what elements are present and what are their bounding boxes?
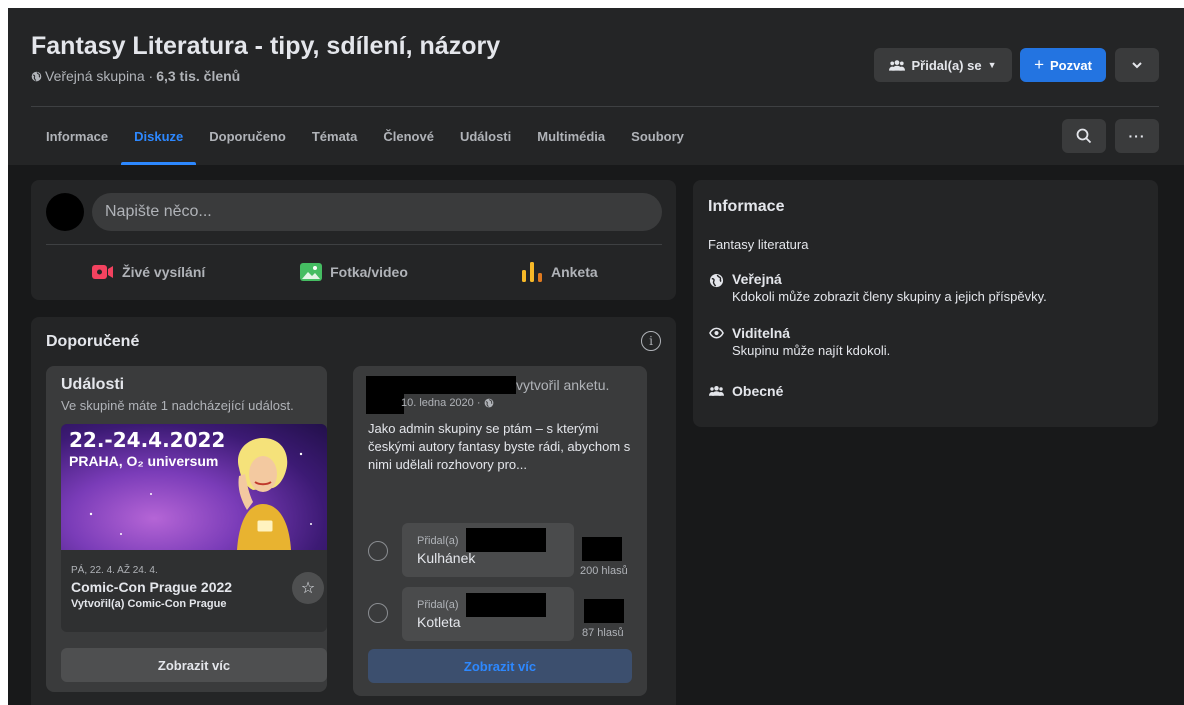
- poll-option-added-by: Přidal(a): [417, 535, 459, 547]
- info-item-desc: Skupinu může najít kdokoli.: [732, 343, 891, 358]
- event-creator: Vytvořil(a) Comic-Con Prague: [71, 598, 227, 610]
- event-details: PÁ, 22. 4. AŽ 24. 4. Comic-Con Prague 20…: [71, 424, 327, 632]
- post-composer: Napište něco... Živé vysílání Fotka/vide…: [31, 180, 676, 300]
- star-icon: ☆: [300, 580, 316, 597]
- poll-created-text: vytvořil anketu.: [516, 377, 610, 393]
- recommended-section: Doporučené i Události Ve skupině máte 1 …: [31, 317, 676, 705]
- tab-clenove[interactable]: Členové: [370, 108, 447, 165]
- tab-temata[interactable]: Témata: [299, 108, 371, 165]
- poll-date[interactable]: 10. ledna 2020 ·: [401, 397, 494, 409]
- redacted-voters: [584, 599, 624, 623]
- search-icon: [1076, 128, 1092, 144]
- tab-informace[interactable]: Informace: [31, 108, 121, 165]
- poll-label: Anketa: [550, 264, 598, 280]
- invite-button[interactable]: + Pozvat: [1020, 48, 1106, 82]
- events-show-more-button[interactable]: Zobrazit víc: [61, 648, 327, 682]
- caret-down-icon: ▼: [987, 60, 997, 70]
- tab-udalosti[interactable]: Události: [447, 108, 524, 165]
- composer-actions: Živé vysílání Fotka/video Anketa: [46, 252, 662, 292]
- poll-card: vytvořil anketu. 10. ledna 2020 · Jako a…: [353, 366, 647, 696]
- poll-option[interactable]: Přidal(a) Kulhánek: [402, 523, 574, 577]
- more-actions-button[interactable]: ···: [1115, 119, 1159, 153]
- poll-option-added-by: Přidal(a): [417, 599, 459, 611]
- poll-option-votes[interactable]: 200 hlasů: [580, 565, 628, 577]
- redacted-author-name: [404, 376, 516, 394]
- info-title: Informace: [708, 198, 785, 215]
- group-tabs: Informace Diskuze Doporučeno Témata Člen…: [31, 108, 697, 165]
- live-video-label: Živé vysílání: [122, 264, 206, 280]
- globe-icon: [709, 273, 723, 288]
- composer-input[interactable]: Napište něco...: [92, 193, 662, 231]
- info-item-desc: Kdokoli může zobrazit členy skupiny a je…: [732, 289, 1047, 304]
- recommended-title: Doporučené: [46, 333, 140, 350]
- redacted-author-avatar: [366, 376, 404, 414]
- group-icon: [889, 60, 906, 71]
- photo-icon: [300, 263, 323, 281]
- poll-option-radio[interactable]: [368, 541, 388, 561]
- poll-option-name: Kulhánek: [417, 550, 476, 566]
- poll-show-more-button[interactable]: Zobrazit víc: [368, 649, 632, 683]
- events-subtitle: Ve skupině máte 1 nadcházející událost.: [61, 398, 294, 413]
- plus-icon: +: [1034, 55, 1045, 74]
- poll-icon: [521, 262, 542, 282]
- tab-diskuze[interactable]: Diskuze: [121, 108, 197, 165]
- photo-video-button[interactable]: Fotka/video: [251, 252, 456, 292]
- joined-label: Přidal(a) se: [911, 57, 982, 73]
- info-item-title: Viditelná: [732, 325, 791, 341]
- poll-option[interactable]: Přidal(a) Kotleta: [402, 587, 574, 641]
- event-interested-button[interactable]: ☆: [292, 572, 324, 604]
- info-item-title: Obecné: [732, 383, 784, 399]
- group-privacy: Veřejná skupina ·: [45, 68, 154, 84]
- tab-doporuceno[interactable]: Doporučeno: [196, 108, 299, 165]
- group-info-card: Informace Fantasy literatura Veřejná Kdo…: [693, 180, 1158, 427]
- poll-question: Jako admin skupiny se ptám – s kterými č…: [368, 421, 631, 472]
- composer-divider: [46, 244, 662, 245]
- info-item-title: Veřejná: [732, 271, 782, 287]
- ellipsis-icon: ···: [1128, 128, 1146, 144]
- eye-icon: [708, 327, 724, 339]
- left-border: [0, 0, 8, 705]
- event-item[interactable]: 22.-24.4.2022 PRAHA, O₂ universum PÁ, 22…: [61, 424, 327, 632]
- group-meta: Veřejná skupina · 6,3 tis. členů: [31, 68, 240, 84]
- redacted-option-author: [466, 528, 546, 552]
- group-header: Fantasy Literatura - tipy, sdílení, názo…: [8, 8, 1184, 165]
- tab-multimedia[interactable]: Multimédia: [524, 108, 618, 165]
- chevron-down-icon: [1132, 62, 1142, 69]
- poll-button[interactable]: Anketa: [457, 252, 662, 292]
- group-title: Fantasy Literatura - tipy, sdílení, názo…: [31, 32, 501, 60]
- tab-soubory[interactable]: Soubory: [618, 108, 697, 165]
- events-card: Události Ve skupině máte 1 nadcházející …: [46, 366, 327, 692]
- info-icon[interactable]: i: [641, 331, 661, 351]
- more-options-button[interactable]: [1115, 48, 1159, 82]
- search-button[interactable]: [1062, 119, 1106, 153]
- live-video-icon: [92, 265, 114, 279]
- group-icon: [708, 386, 724, 396]
- poll-date-text: 10. ledna 2020 ·: [401, 397, 481, 409]
- avatar[interactable]: [46, 193, 84, 231]
- header-divider: [31, 106, 1159, 107]
- poll-option-name: Kotleta: [417, 614, 461, 630]
- poll-option-radio[interactable]: [368, 603, 388, 623]
- info-item-public: Veřejná Kdokoli může zobrazit členy skup…: [708, 271, 1047, 304]
- poll-option-votes[interactable]: 87 hlasů: [582, 627, 624, 639]
- globe-icon: [484, 398, 493, 408]
- photo-video-label: Fotka/video: [330, 264, 408, 280]
- member-count[interactable]: 6,3 tis. členů: [156, 68, 240, 84]
- top-border: [0, 0, 1184, 8]
- live-video-button[interactable]: Živé vysílání: [46, 252, 251, 292]
- redacted-voters: [582, 537, 622, 561]
- info-description: Fantasy literatura: [708, 237, 809, 252]
- event-date: PÁ, 22. 4. AŽ 24. 4.: [71, 565, 158, 576]
- info-item-general: Obecné: [708, 383, 783, 399]
- invite-label: Pozvat: [1050, 57, 1092, 73]
- globe-icon: [31, 71, 42, 81]
- joined-button[interactable]: Přidal(a) se ▼: [874, 48, 1012, 82]
- event-name[interactable]: Comic-Con Prague 2022: [71, 579, 232, 595]
- redacted-option-author: [466, 593, 546, 617]
- info-item-visible: Viditelná Skupinu může najít kdokoli.: [708, 325, 890, 358]
- events-title: Události: [61, 376, 125, 393]
